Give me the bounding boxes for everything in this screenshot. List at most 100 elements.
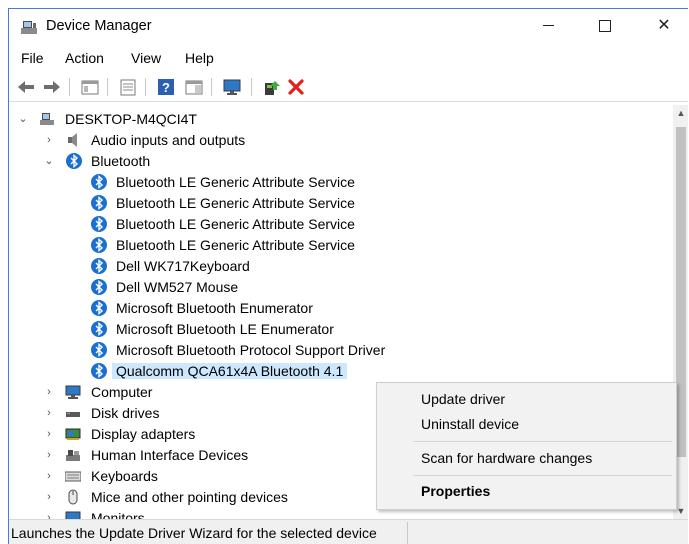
bluetooth-icon <box>66 153 82 169</box>
mouse-icon <box>68 489 78 505</box>
bluetooth-icon <box>91 321 107 337</box>
menu-help[interactable]: Help <box>185 50 214 66</box>
menu-bar: File Action View Help <box>9 48 688 70</box>
tree-device-row[interactable]: Bluetooth LE Generic Attribute Service <box>9 214 669 235</box>
monitor-icon <box>65 511 81 519</box>
device-label: Bluetooth LE Generic Attribute Service <box>116 195 355 211</box>
category-label: Display adapters <box>91 426 196 442</box>
bluetooth-icon <box>91 258 107 274</box>
chevron-right-icon[interactable]: › <box>43 133 55 147</box>
tree-device-row[interactable]: Bluetooth LE Generic Attribute Service <box>9 172 669 193</box>
display-adapter-icon <box>65 428 81 440</box>
category-label: Bluetooth <box>91 153 151 169</box>
menu-update-driver[interactable]: Update driver <box>421 391 505 407</box>
bluetooth-icon <box>91 342 107 358</box>
maximize-icon <box>599 19 611 32</box>
tree-root-label: DESKTOP-M4QCI4T <box>65 111 197 127</box>
status-divider <box>407 522 408 544</box>
back-arrow-icon[interactable] <box>15 77 37 97</box>
tree-device-row[interactable]: Microsoft Bluetooth LE Enumerator <box>9 319 669 340</box>
keyboard-icon <box>65 471 81 482</box>
device-label: Microsoft Bluetooth LE Enumerator <box>116 321 334 337</box>
chevron-right-icon[interactable]: › <box>43 469 55 483</box>
computer-icon <box>65 385 81 399</box>
chevron-down-icon[interactable]: ⌄ <box>17 112 29 126</box>
disk-drive-icon <box>66 412 80 417</box>
close-button[interactable]: ✕ <box>649 15 679 37</box>
menu-view[interactable]: View <box>131 50 161 66</box>
scrollbar-thumb[interactable] <box>676 127 686 457</box>
category-label: Mice and other pointing devices <box>91 489 288 505</box>
bluetooth-icon <box>91 237 107 253</box>
uninstall-x-icon[interactable] <box>285 77 307 97</box>
menu-file[interactable]: File <box>21 50 44 66</box>
toolbar: ? <box>9 75 688 102</box>
chevron-right-icon[interactable]: › <box>43 490 55 504</box>
chevron-down-icon[interactable]: ⌄ <box>43 154 55 168</box>
menu-separator <box>413 475 672 476</box>
help-icon[interactable]: ? <box>155 77 177 97</box>
update-driver-icon[interactable] <box>261 77 283 97</box>
tree-root-row[interactable]: ⌄ DESKTOP-M4QCI4T <box>9 109 669 130</box>
scroll-up-arrow-icon[interactable]: ▲ <box>673 105 688 121</box>
bluetooth-icon <box>91 279 107 295</box>
hid-icon <box>66 450 80 461</box>
tree-category-audio[interactable]: › Audio inputs and outputs <box>9 130 669 151</box>
category-label: Monitors <box>91 510 145 519</box>
tree-device-row[interactable]: Bluetooth LE Generic Attribute Service <box>9 193 669 214</box>
device-label: Dell WK717Keyboard <box>116 258 250 274</box>
device-label: Bluetooth LE Generic Attribute Service <box>116 174 355 190</box>
maximize-button[interactable] <box>590 15 620 37</box>
device-label: Microsoft Bluetooth Enumerator <box>116 300 313 316</box>
category-label: Human Interface Devices <box>91 447 249 463</box>
forward-arrow-icon[interactable] <box>41 77 63 97</box>
menu-action[interactable]: Action <box>65 50 104 66</box>
category-label: Computer <box>91 384 153 400</box>
menu-scan-hardware[interactable]: Scan for hardware changes <box>421 450 592 466</box>
show-hidden-icon[interactable] <box>117 77 139 97</box>
action-pane-icon[interactable] <box>183 77 205 97</box>
chevron-right-icon[interactable]: › <box>43 511 55 519</box>
status-bar: Launches the Update Driver Wizard for th… <box>9 519 688 544</box>
category-label: Audio inputs and outputs <box>91 132 246 148</box>
close-icon: ✕ <box>657 17 671 34</box>
device-label: Bluetooth LE Generic Attribute Service <box>116 216 355 232</box>
device-label: Bluetooth LE Generic Attribute Service <box>116 237 355 253</box>
svg-text:?: ? <box>162 80 170 95</box>
status-text: Launches the Update Driver Wizard for th… <box>11 525 377 541</box>
bluetooth-icon <box>91 216 107 232</box>
menu-uninstall-device[interactable]: Uninstall device <box>421 416 519 432</box>
speaker-icon <box>68 133 77 147</box>
bluetooth-icon <box>91 363 107 379</box>
tree-device-row[interactable]: Microsoft Bluetooth Enumerator <box>9 298 669 319</box>
chevron-right-icon[interactable]: › <box>43 427 55 441</box>
category-label: Disk drives <box>91 405 160 421</box>
minimize-button[interactable] <box>533 15 563 37</box>
window-title: Device Manager <box>46 18 152 34</box>
tree-device-row-selected[interactable]: Qualcomm QCA61x4A Bluetooth 4.1 <box>9 361 669 382</box>
selected-device-label: Qualcomm QCA61x4A Bluetooth 4.1 <box>112 363 348 379</box>
device-manager-window: Device Manager ✕ File Action View Help ?… <box>8 8 688 544</box>
device-label: Microsoft Bluetooth Protocol Support Dri… <box>116 342 386 358</box>
properties-sheet-icon[interactable] <box>79 77 101 97</box>
tree-device-row[interactable]: Dell WM527 Mouse <box>9 277 669 298</box>
bluetooth-icon <box>91 174 107 190</box>
device-manager-icon <box>21 21 37 34</box>
bluetooth-icon <box>91 300 107 316</box>
tree-device-row[interactable]: Bluetooth LE Generic Attribute Service <box>9 235 669 256</box>
tree-device-row[interactable]: Dell WK717Keyboard <box>9 256 669 277</box>
bluetooth-icon <box>91 195 107 211</box>
device-label: Dell WM527 Mouse <box>116 279 239 295</box>
category-label: Keyboards <box>91 468 158 484</box>
title-bar: Device Manager ✕ <box>9 9 688 43</box>
chevron-right-icon[interactable]: › <box>43 385 55 399</box>
tree-category-bluetooth[interactable]: ⌄ Bluetooth <box>9 151 669 172</box>
tree-device-row[interactable]: Microsoft Bluetooth Protocol Support Dri… <box>9 340 669 361</box>
computer-monitor-icon[interactable] <box>221 77 243 97</box>
menu-separator <box>413 441 672 442</box>
chevron-right-icon[interactable]: › <box>43 448 55 462</box>
minimize-icon <box>542 25 554 27</box>
context-menu: Update driver Uninstall device Scan for … <box>376 382 677 510</box>
chevron-right-icon[interactable]: › <box>43 406 55 420</box>
menu-properties[interactable]: Properties <box>421 483 490 499</box>
